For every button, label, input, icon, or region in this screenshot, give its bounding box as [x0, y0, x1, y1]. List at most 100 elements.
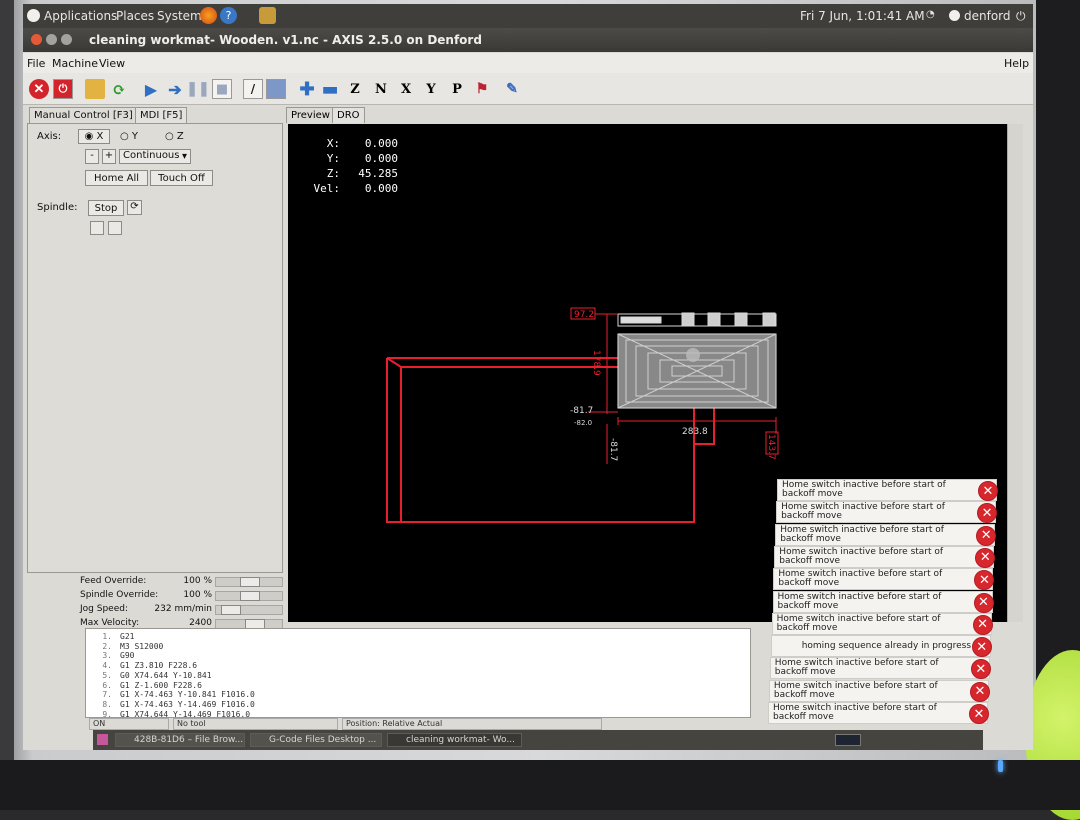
axis-radio-x[interactable]: ◉ X	[78, 129, 110, 144]
error-notification[interactable]: Home switch inactive before start of bac…	[768, 679, 990, 702]
jog-plus-button[interactable]: +	[102, 149, 116, 164]
power-icon[interactable]: ⏻	[1016, 9, 1026, 24]
wifi-icon[interactable]: ◔	[926, 9, 935, 20]
task-file-browser[interactable]: 428B-81D6 – File Brow...	[115, 733, 245, 747]
spindle-stop-button[interactable]: Stop	[88, 200, 124, 216]
jog-mode-select[interactable]: Continuous ▾	[119, 149, 191, 164]
override-slider[interactable]	[215, 591, 283, 601]
spindle-decrease-button[interactable]	[90, 221, 104, 235]
slider-handle[interactable]	[220, 605, 241, 615]
machine-power-icon[interactable]: ⏻	[53, 79, 73, 99]
maximize-window-icon[interactable]	[61, 34, 72, 45]
reload-icon[interactable]: ⟳	[109, 79, 129, 99]
axis-radio-z[interactable]: ○ Z	[165, 131, 184, 142]
menu-help[interactable]: Help	[1004, 57, 1029, 70]
close-notification-icon[interactable]: ✕	[978, 481, 998, 501]
firefox-icon[interactable]	[200, 7, 217, 24]
view-p-icon[interactable]: P	[447, 79, 467, 99]
run-icon[interactable]: ▶	[141, 79, 161, 99]
error-notification[interactable]: Home switch inactive before start of bac…	[774, 545, 996, 568]
override-slider[interactable]	[215, 577, 283, 587]
menu-applications[interactable]: Applications	[44, 9, 117, 23]
window-titlebar: cleaning workmat- Wooden. v1.nc - AXIS 2…	[23, 28, 1033, 52]
home-all-button[interactable]: Home All	[85, 170, 148, 186]
clear-backplot-icon[interactable]: ✎	[502, 79, 522, 99]
gcode-line[interactable]: 2. M3 S12000	[90, 642, 750, 652]
override-slider[interactable]	[215, 605, 283, 615]
gcode-line[interactable]: 5. G0 X74.644 Y-10.841	[90, 671, 750, 681]
gcode-line-code: G1 X-74.463 Y-10.841 F1016.0	[120, 690, 255, 700]
slider-handle[interactable]	[240, 591, 260, 601]
estop-icon[interactable]: ✕	[29, 79, 49, 99]
view-y-icon[interactable]: Y	[421, 79, 441, 99]
open-file-icon[interactable]	[85, 79, 105, 99]
error-notification[interactable]: Home switch inactive before start of bac…	[768, 702, 989, 724]
tab-mdi[interactable]: MDI [F5]	[135, 107, 188, 123]
rotate-view-icon[interactable]: ⚑	[472, 79, 492, 99]
user-name[interactable]: denford	[964, 9, 1011, 23]
close-notification-icon[interactable]: ✕	[971, 637, 992, 658]
error-notification[interactable]: Home switch inactive before start of bac…	[776, 501, 998, 524]
axis-launcher-icon[interactable]	[259, 7, 276, 24]
workspace-switcher[interactable]	[835, 734, 861, 746]
gcode-line[interactable]: 8. G1 X-74.463 Y-14.469 F1016.0	[90, 700, 750, 710]
close-notification-icon[interactable]: ✕	[975, 547, 996, 568]
axis-radio-y[interactable]: ○ Y	[120, 131, 138, 142]
gcode-line[interactable]: 6. G1 Z-1.600 F228.6	[90, 681, 750, 691]
error-notification[interactable]: Home switch inactive before start of bac…	[777, 479, 998, 501]
pause-icon[interactable]: ❚❚	[186, 79, 209, 99]
error-notification[interactable]: Home switch inactive before start of bac…	[771, 612, 993, 635]
help-icon[interactable]: ?	[220, 7, 237, 24]
tab-preview[interactable]: Preview	[286, 107, 335, 123]
step-icon[interactable]: ➔	[165, 79, 185, 99]
gcode-line[interactable]: 7. G1 X-74.463 Y-10.841 F1016.0	[90, 690, 750, 700]
gcode-line[interactable]: 1. G21	[90, 632, 750, 642]
touch-off-button[interactable]: Touch Off	[150, 170, 213, 186]
error-notification[interactable]: Home switch inactive before start of bac…	[769, 657, 991, 680]
tab-dro[interactable]: DRO	[332, 107, 365, 123]
close-notification-icon[interactable]: ✕	[972, 614, 993, 635]
ubuntu-logo-icon[interactable]	[27, 9, 40, 22]
gcode-listing[interactable]: 1. G21 2. M3 S12000 3. G90 4. G1 Z3.810 F228.6 5…	[85, 628, 751, 719]
close-notification-icon[interactable]: ✕	[969, 681, 990, 702]
close-notification-icon[interactable]: ✕	[977, 503, 998, 524]
zoom-in-icon[interactable]: ✚	[297, 79, 317, 100]
gcode-line[interactable]: 3. G90	[90, 651, 750, 661]
error-notification[interactable]: homing sequence already in progress ✕	[770, 635, 992, 658]
close-notification-icon[interactable]: ✕	[976, 525, 997, 546]
view-x-icon[interactable]: X	[396, 79, 416, 99]
close-notification-icon[interactable]: ✕	[973, 592, 994, 613]
error-notification[interactable]: Home switch inactive before start of bac…	[775, 523, 997, 546]
show-desktop-icon[interactable]	[97, 734, 108, 745]
jog-minus-button[interactable]: -	[85, 149, 99, 164]
minimize-window-icon[interactable]	[46, 34, 57, 45]
block-delete-icon[interactable]: /	[243, 79, 263, 99]
clock[interactable]: Fri 7 Jun, 1:01:41 AM	[800, 9, 925, 23]
spindle-cw-icon[interactable]: ⟳	[127, 200, 142, 215]
close-window-icon[interactable]	[31, 34, 42, 45]
notification-text: Home switch inactive before start of bac…	[777, 591, 942, 611]
close-notification-icon[interactable]: ✕	[970, 659, 991, 680]
close-notification-icon[interactable]: ✕	[974, 570, 995, 591]
task-gcode-files[interactable]: G-Code Files Desktop ...	[250, 733, 382, 747]
preview-scrollbar[interactable]	[1007, 124, 1023, 622]
menu-view[interactable]: View	[99, 57, 125, 70]
stop-icon[interactable]: ■	[212, 79, 232, 99]
zoom-out-icon[interactable]: ▬	[320, 79, 340, 100]
task-axis-window[interactable]: cleaning workmat- Wo...	[387, 733, 522, 747]
close-notification-icon[interactable]: ✕	[969, 704, 989, 724]
tab-manual-control[interactable]: Manual Control [F3]	[29, 107, 138, 123]
menu-file[interactable]: File	[27, 57, 45, 70]
error-notification[interactable]: Home switch inactive before start of bac…	[773, 568, 995, 591]
manual-control-panel: Manual Control [F3] MDI [F5] Axis: ◉ X ○…	[23, 105, 285, 638]
slider-handle[interactable]	[240, 577, 260, 587]
optional-stop-icon[interactable]	[266, 79, 286, 99]
spindle-increase-button[interactable]	[108, 221, 122, 235]
menu-machine[interactable]: Machine	[52, 57, 98, 70]
menu-places[interactable]: Places	[116, 9, 154, 23]
view-z-icon[interactable]: Z	[345, 79, 365, 99]
view-z2-icon[interactable]: N	[371, 79, 391, 99]
gcode-line[interactable]: 4. G1 Z3.810 F228.6	[90, 661, 750, 671]
error-notification[interactable]: Home switch inactive before start of bac…	[772, 590, 994, 613]
menu-system[interactable]: System	[157, 9, 202, 23]
